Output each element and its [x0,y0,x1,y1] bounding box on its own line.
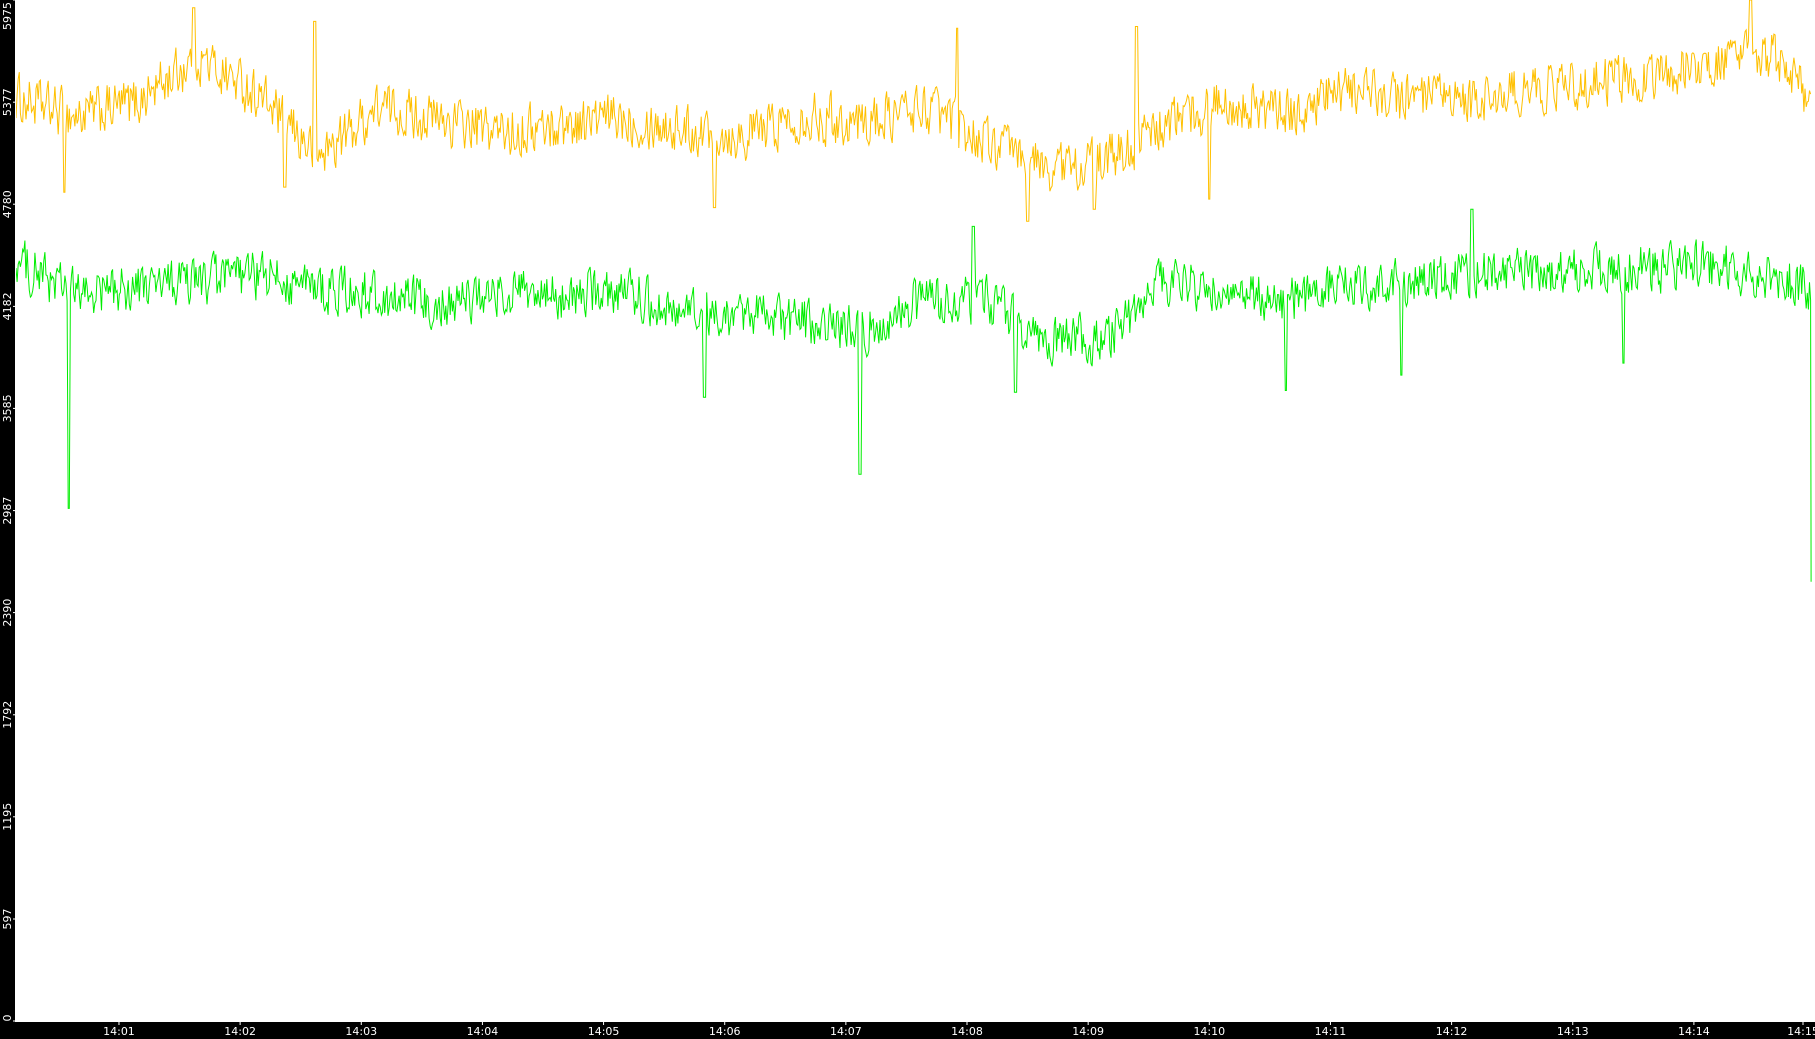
y-tick-label: 4780 [1,190,14,218]
x-tick-label: 14:01 [103,1025,135,1038]
x-tick-label: 14:03 [345,1025,377,1038]
x-tick-label: 14:14 [1678,1025,1710,1038]
x-tick-label: 14:12 [1436,1025,1468,1038]
y-tick-label: 0 [1,1015,14,1022]
y-tick-label: 5975 [1,2,14,30]
x-tick-label: 14:04 [467,1025,499,1038]
line-chart: 0 597 1195 1792 2390 2987 3585 4182 4780 5377 5975… [0,0,1815,1039]
y-tick-label: 2390 [1,599,14,627]
x-tick-label: 14:07 [830,1025,862,1038]
x-tick-label: 14:13 [1557,1025,1589,1038]
x-axis-band [0,1021,1815,1039]
x-tick-label: 14:11 [1315,1025,1347,1038]
y-tick-label: 4182 [1,292,14,320]
y-tick-label: 1195 [1,803,14,831]
y-tick-label: 3585 [1,394,14,422]
x-tick-label: 14:05 [588,1025,620,1038]
y-tick-label: 597 [1,908,14,929]
x-tick-label: 14:10 [1193,1025,1225,1038]
y-tick-label: 2987 [1,497,14,525]
x-tick-label: 14:09 [1072,1025,1104,1038]
y-tick-label: 5377 [1,88,14,116]
y-tick-label: 1792 [1,701,14,729]
x-tick-label: 14:02 [224,1025,256,1038]
plot-background [0,0,1815,1039]
x-tick-label: 14:06 [709,1025,741,1038]
x-tick-label: 14:08 [951,1025,983,1038]
x-tick-label: 14:15 [1787,1025,1815,1038]
